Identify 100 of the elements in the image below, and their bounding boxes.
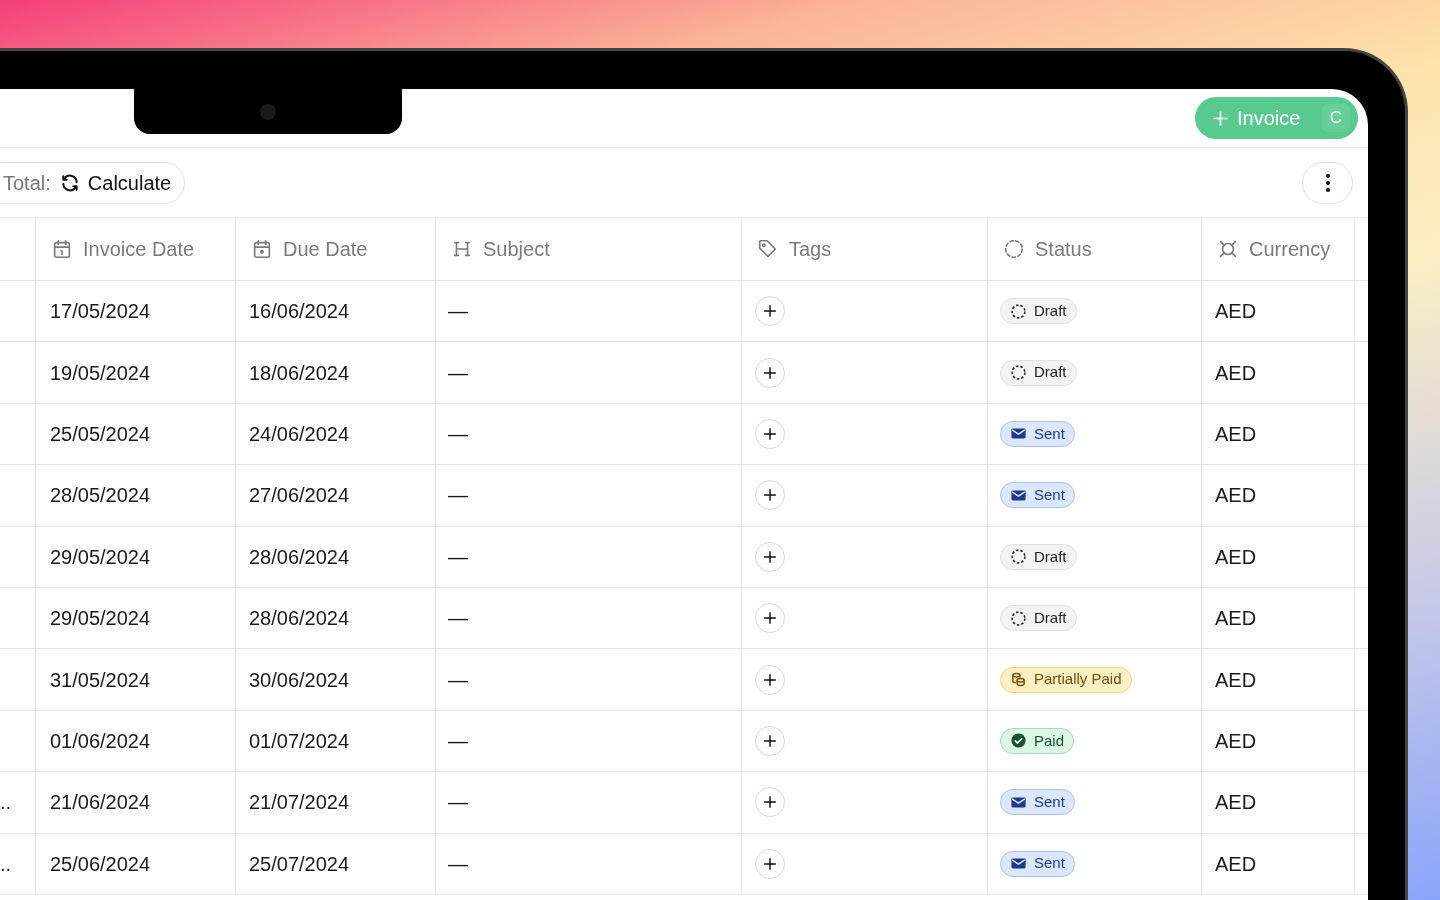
dashed-circle-icon xyxy=(1010,364,1027,382)
dashed-circle-icon xyxy=(1010,609,1027,627)
calendar-icon xyxy=(251,238,273,260)
table-cell-text: 28/06/2024 xyxy=(249,606,350,632)
status-badge: Sent xyxy=(1000,850,1075,877)
status-badge: Draft xyxy=(1000,605,1077,632)
plus-icon xyxy=(762,855,778,872)
add-tag-button[interactable] xyxy=(755,541,785,572)
column-title: Subject xyxy=(483,237,550,262)
table-cell: .. xyxy=(0,772,36,834)
table-cell-text: — xyxy=(448,790,468,816)
coins-icon xyxy=(1010,671,1027,689)
table-cell-text: — xyxy=(448,360,468,386)
plus-icon xyxy=(762,732,778,749)
table-cell: .. xyxy=(0,833,36,895)
status-badge: Draft xyxy=(1000,543,1077,570)
table-cell-text: 16/06/2024 xyxy=(249,299,350,325)
column-title: Currency xyxy=(1249,237,1331,262)
currency-icon xyxy=(1217,238,1239,260)
column-title: Status xyxy=(1035,237,1092,262)
dashed-circle-icon xyxy=(1003,238,1025,260)
plus-icon xyxy=(762,487,778,504)
add-tag-button[interactable] xyxy=(755,418,785,449)
table-cell-text: AED xyxy=(1215,667,1257,693)
plus-icon xyxy=(762,548,778,565)
table-cell-text: AED xyxy=(1215,360,1257,386)
table-cell-text: — xyxy=(448,728,468,754)
calendar-icon xyxy=(51,238,73,260)
shortcut-key: C xyxy=(1322,104,1350,132)
column-header[interactable]: Invoice Date xyxy=(36,218,236,281)
table-cell-text: — xyxy=(448,544,468,570)
column-title: Due Date xyxy=(283,237,368,262)
tag-icon xyxy=(757,238,779,260)
table-cell-text: 28/05/2024 xyxy=(50,483,151,509)
table-cell-text: 19/05/2024 xyxy=(50,360,151,386)
table-cell-text: 27/06/2024 xyxy=(249,483,350,509)
table-cell-text: — xyxy=(448,851,468,877)
plus-icon xyxy=(1212,109,1229,127)
status-badge: Draft xyxy=(1000,359,1077,386)
add-tag-button[interactable] xyxy=(755,848,785,879)
plus-icon xyxy=(762,610,778,627)
table-cell-text: 01/07/2024 xyxy=(249,728,350,754)
column-title: Invoice Date xyxy=(83,237,195,262)
status-badge: Draft xyxy=(1000,298,1077,325)
button-label: Invoice xyxy=(1237,106,1301,131)
column-header[interactable]: Subject xyxy=(436,218,742,281)
kebab-menu-icon xyxy=(1324,172,1331,193)
dashed-circle-icon xyxy=(1010,302,1027,320)
table-cell-text: AED xyxy=(1215,790,1257,816)
calculate-button[interactable]: Calculate xyxy=(59,167,172,198)
table-cell-text: — xyxy=(448,299,468,325)
column-title: Tags xyxy=(789,237,832,262)
table-cell-text: 17/05/2024 xyxy=(50,299,151,325)
plus-icon xyxy=(762,794,778,811)
table-cell-text: AED xyxy=(1215,544,1257,570)
table-cell-text: 29/05/2024 xyxy=(50,606,151,632)
table-cell-text: 30/06/2024 xyxy=(249,667,350,693)
status-badge: Sent xyxy=(1000,420,1075,447)
plus-icon xyxy=(762,364,778,381)
table-cell-text: 28/06/2024 xyxy=(249,544,350,570)
add-tag-button[interactable] xyxy=(755,603,785,634)
table-cell-text: AED xyxy=(1215,299,1257,325)
table-cell-text: AED xyxy=(1215,851,1257,877)
table-cell-text: — xyxy=(448,483,468,509)
table-cell-text: — xyxy=(448,421,468,447)
plus-icon xyxy=(762,303,778,320)
add-tag-button[interactable] xyxy=(755,480,785,511)
status-badge: Partially Paid xyxy=(1000,666,1132,693)
camera-lens xyxy=(260,103,276,120)
table-cell-text: 31/05/2024 xyxy=(50,667,151,693)
plus-icon xyxy=(762,671,778,688)
table-cell-text: — xyxy=(448,667,468,693)
add-tag-button[interactable] xyxy=(755,725,785,756)
table-cell-text: AED xyxy=(1215,421,1257,447)
table-cell-text: 25/05/2024 xyxy=(50,421,151,447)
table-cell-text: AED xyxy=(1215,728,1257,754)
table-cell-text: AED xyxy=(1215,483,1257,509)
plus-icon xyxy=(762,425,778,442)
column-header[interactable]: Status xyxy=(988,218,1202,281)
status-badge: Paid xyxy=(1000,727,1075,754)
dashed-circle-icon xyxy=(1010,548,1027,566)
add-tag-button[interactable] xyxy=(755,664,785,695)
table-cell-text: 21/07/2024 xyxy=(249,790,350,816)
table-cell-text: 29/05/2024 xyxy=(50,544,151,570)
table-cell-text: 01/06/2024 xyxy=(50,728,151,754)
refresh-icon xyxy=(59,172,80,193)
column-header[interactable]: Currency xyxy=(1202,218,1355,281)
table-cell-text: — xyxy=(448,606,468,632)
check-circle-icon xyxy=(1010,732,1027,750)
add-tag-button[interactable] xyxy=(755,357,785,388)
total-label: Total: xyxy=(3,170,51,196)
add-tag-button[interactable] xyxy=(755,296,785,327)
table-cell-text: 25/07/2024 xyxy=(249,851,350,877)
column-header[interactable]: Due Date xyxy=(236,218,436,281)
column-header[interactable]: Tags xyxy=(742,218,988,281)
table-cell-text: 21/06/2024 xyxy=(50,790,151,816)
table-cell-text: 24/06/2024 xyxy=(249,421,350,447)
table-cell-text: AED xyxy=(1215,606,1257,632)
add-tag-button[interactable] xyxy=(755,787,785,818)
table-cell-text: 18/06/2024 xyxy=(249,360,350,386)
